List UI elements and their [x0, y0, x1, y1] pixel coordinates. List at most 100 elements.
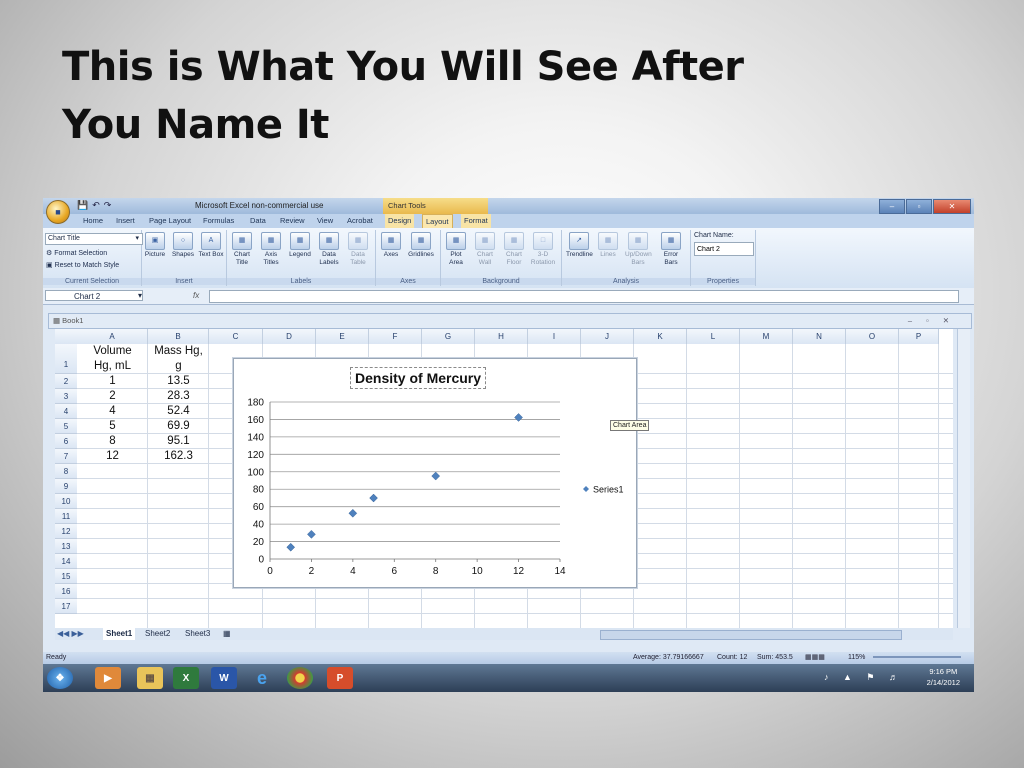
restore-button[interactable]: ▫ [906, 199, 932, 214]
minimize-button[interactable]: – [879, 199, 905, 214]
workbook-controls[interactable]: –▫✕ [908, 314, 963, 328]
column-header-h[interactable]: H [475, 329, 528, 344]
text-box-button[interactable]: A Text Box [198, 232, 224, 259]
row-header-17[interactable]: 17 [55, 599, 77, 614]
name-box[interactable]: Chart 2 [45, 290, 143, 301]
data-labels-button[interactable]: ▦ Data Labels [316, 232, 342, 267]
column-header-i[interactable]: I [528, 329, 581, 344]
3d-rotation-button[interactable]: □ 3-D Rotation [530, 232, 556, 267]
row-header-3[interactable]: 3 [55, 389, 77, 404]
legend-button[interactable]: ▦ Legend [287, 232, 313, 259]
column-header-o[interactable]: O [846, 329, 899, 344]
insert-sheet-icon[interactable]: ▦ [223, 628, 231, 640]
chart-area[interactable]: Density of Mercury 0 20 40 60 80 100 120 140 160… [233, 358, 637, 588]
column-header-b[interactable]: B [148, 329, 209, 344]
row-header-8[interactable]: 8 [55, 464, 77, 479]
tab-format[interactable]: Format [461, 214, 491, 228]
row-header-1[interactable]: 1 [55, 344, 77, 374]
tab-design[interactable]: Design [385, 214, 415, 228]
error-bars-button[interactable]: ▦ Error Bars [658, 232, 684, 267]
column-header-e[interactable]: E [316, 329, 369, 344]
chart-floor-button[interactable]: ▦ Chart Floor [501, 232, 527, 267]
tab-data[interactable]: Data [250, 216, 266, 225]
row-header-15[interactable]: 15 [55, 569, 77, 584]
horizontal-scrollbar[interactable] [600, 630, 902, 640]
cell-a4[interactable]: 4 [77, 404, 148, 419]
row-header-12[interactable]: 12 [55, 524, 77, 539]
internet-explorer-icon[interactable]: e [249, 667, 275, 689]
column-header-f[interactable]: F [369, 329, 422, 344]
row-header-2[interactable]: 2 [55, 374, 77, 389]
column-header-p[interactable]: P [899, 329, 939, 344]
tab-acrobat[interactable]: Acrobat [347, 216, 373, 225]
cell-a3[interactable]: 2 [77, 389, 148, 404]
tab-review[interactable]: Review [280, 216, 305, 225]
shapes-button[interactable]: ○ Shapes [170, 232, 196, 259]
cell-a2[interactable]: 1 [77, 374, 148, 389]
column-header-d[interactable]: D [263, 329, 316, 344]
reset-style-button[interactable]: ▣ Reset to Match Style [46, 261, 119, 269]
picture-button[interactable]: ▣ Picture [142, 232, 168, 259]
row-header-14[interactable]: 14 [55, 554, 77, 569]
folder-icon[interactable]: ▦ [137, 667, 163, 689]
column-header-k[interactable]: K [634, 329, 687, 344]
tab-view[interactable]: View [317, 216, 333, 225]
cell-b1[interactable]: Mass Hg, g [148, 344, 209, 374]
zoom-slider[interactable] [873, 656, 961, 658]
row-header-16[interactable]: 16 [55, 584, 77, 599]
save-icon[interactable]: 💾 [77, 200, 88, 211]
tab-sheet1[interactable]: Sheet1 [103, 628, 136, 640]
row-header-6[interactable]: 6 [55, 434, 77, 449]
office-button[interactable]: ■ [46, 200, 70, 224]
cell-b3[interactable]: 28.3 [148, 389, 209, 404]
row-header-7[interactable]: 7 [55, 449, 77, 464]
column-header-g[interactable]: G [422, 329, 475, 344]
sheet-nav-arrows-icon[interactable]: ◀◀ ▶▶ [57, 628, 84, 640]
plot-area-button[interactable]: ▦ Plot Area [443, 232, 469, 267]
redo-icon[interactable]: ↷ [104, 200, 112, 211]
column-header-n[interactable]: N [793, 329, 846, 344]
undo-icon[interactable]: ↶ [92, 200, 100, 211]
cell-a6[interactable]: 8 [77, 434, 148, 449]
gridlines-button[interactable]: ▦ Gridlines [408, 232, 434, 259]
trendline-button[interactable]: ↗ Trendline [566, 232, 593, 259]
axes-button[interactable]: ▦ Axes [378, 232, 404, 259]
tab-home[interactable]: Home [83, 216, 103, 225]
axis-titles-button[interactable]: ▦ Axis Titles [258, 232, 284, 267]
view-buttons[interactable]: ▦▦▦ [805, 652, 825, 664]
select-all-corner[interactable] [55, 329, 77, 344]
function-icon[interactable]: fx [193, 291, 199, 300]
word-icon[interactable]: W [211, 667, 237, 689]
chart-name-input[interactable] [694, 242, 754, 256]
powerpoint-icon[interactable]: P [327, 667, 353, 689]
zoom-level[interactable]: 115% [848, 652, 865, 664]
cell-b4[interactable]: 52.4 [148, 404, 209, 419]
vertical-scrollbar[interactable] [957, 329, 970, 628]
column-header-j[interactable]: J [581, 329, 634, 344]
tab-formulas[interactable]: Formulas [203, 216, 234, 225]
system-tray-icons[interactable]: ♪ ▲ ⚑ ♬ [824, 672, 904, 683]
name-box-chevron-icon[interactable]: ▾ [138, 291, 142, 300]
format-selection-button[interactable]: ⚙ Format Selection [46, 249, 107, 257]
tab-layout[interactable]: Layout [422, 214, 453, 229]
row-header-4[interactable]: 4 [55, 404, 77, 419]
start-button[interactable]: ❖ [47, 667, 73, 689]
cell-b5[interactable]: 69.9 [148, 419, 209, 434]
column-header-l[interactable]: L [687, 329, 740, 344]
tab-sheet3[interactable]: Sheet3 [185, 628, 210, 640]
chart-title-button[interactable]: ▦ Chart Title [229, 232, 255, 267]
lines-button[interactable]: ▦ Lines [595, 232, 621, 259]
tab-page-layout[interactable]: Page Layout [149, 216, 191, 225]
column-header-c[interactable]: C [209, 329, 263, 344]
excel-icon[interactable]: X [173, 667, 199, 689]
column-header-a[interactable]: A [77, 329, 148, 344]
media-player-icon[interactable]: ▶ [95, 667, 121, 689]
formula-input[interactable] [209, 290, 959, 303]
column-header-m[interactable]: M [740, 329, 793, 344]
cell-a5[interactable]: 5 [77, 419, 148, 434]
row-header-5[interactable]: 5 [55, 419, 77, 434]
row-header-10[interactable]: 10 [55, 494, 77, 509]
clock[interactable]: 9:16 PM 2/14/2012 [927, 666, 960, 688]
row-header-9[interactable]: 9 [55, 479, 77, 494]
chart-elements-dropdown[interactable]: Chart Title ▾ [45, 233, 143, 245]
